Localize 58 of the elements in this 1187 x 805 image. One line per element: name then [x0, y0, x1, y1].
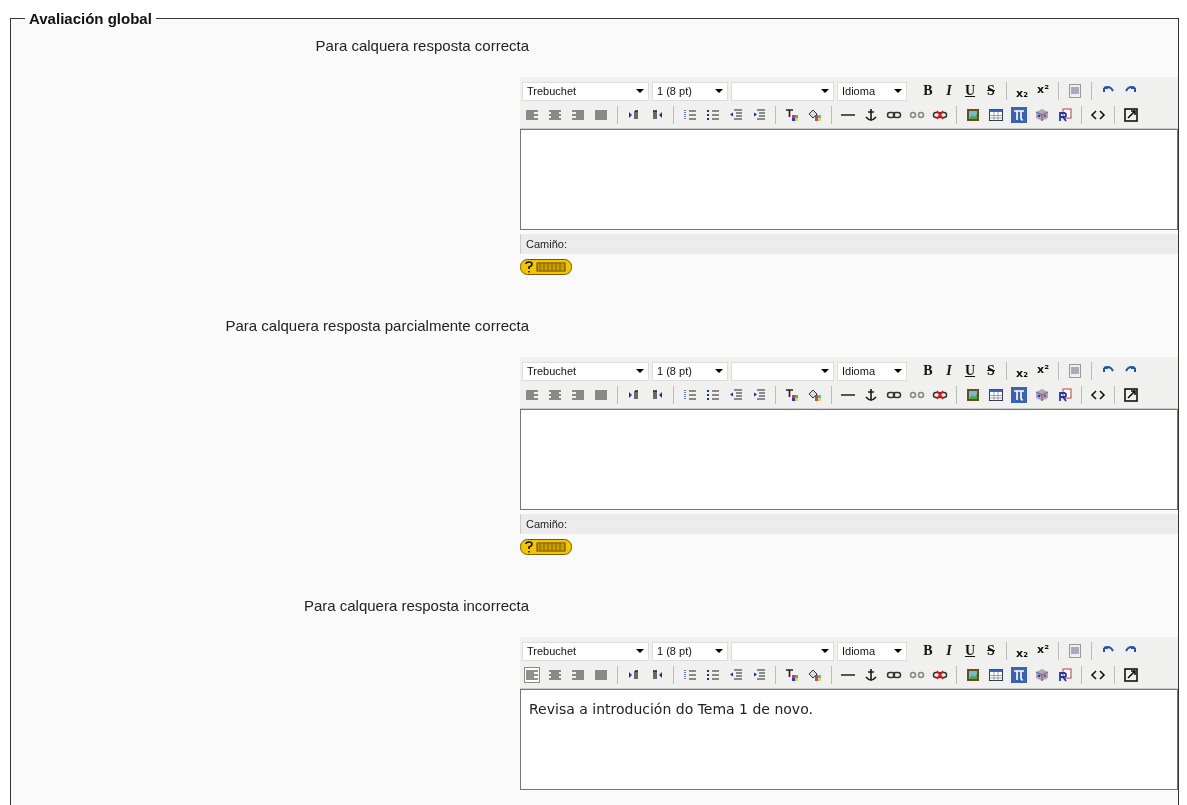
bold-button[interactable]: B [919, 83, 937, 99]
fullscreen-icon[interactable] [1121, 105, 1141, 125]
caret-icon [715, 649, 723, 653]
bold-button[interactable]: B [919, 643, 937, 659]
caret-icon [821, 89, 829, 93]
subscript-button[interactable]: x₂ [1013, 362, 1031, 380]
language-dropdown[interactable]: Idioma [837, 81, 907, 101]
font-dropdown[interactable]: Trebuchet [522, 641, 649, 661]
size-dropdown[interactable]: 1 (8 pt) [652, 361, 728, 381]
caret-icon [636, 369, 644, 373]
help-keyboard-icon[interactable] [520, 539, 572, 555]
caret-icon [821, 649, 829, 653]
superscript-button[interactable]: x² [1034, 642, 1052, 660]
italic-button[interactable]: I [940, 643, 958, 659]
editor-text: Revisa a introdución do Tema 1 de novo. [529, 701, 813, 717]
field-label: Para calquera resposta incorrecta [303, 597, 529, 616]
bold-button[interactable]: B [919, 363, 937, 379]
editor-text-area[interactable]: Revisa a introdución do Tema 1 de novo. [520, 689, 1178, 790]
size-dropdown[interactable]: 1 (8 pt) [652, 81, 728, 101]
font-dropdown[interactable]: Trebuchet [522, 361, 649, 381]
superscript-button[interactable]: x² [1034, 82, 1052, 100]
pi-icon[interactable] [1009, 105, 1029, 125]
field-label: Para calquera resposta correcta [315, 37, 529, 56]
editor-text-area[interactable] [520, 409, 1178, 510]
caret-icon [636, 89, 644, 93]
caret-icon [821, 369, 829, 373]
caret-icon [715, 89, 723, 93]
pi-icon[interactable] [1009, 665, 1029, 685]
underline-button[interactable]: U [961, 83, 979, 99]
editor-text-area[interactable] [520, 129, 1178, 230]
caret-icon [894, 89, 902, 93]
help-keyboard-icon[interactable] [520, 259, 572, 275]
caret-icon [715, 369, 723, 373]
fullscreen-icon[interactable] [1121, 665, 1141, 685]
fullscreen-icon[interactable] [1121, 385, 1141, 405]
field-label: Para calquera resposta parcialmente correcta [225, 317, 529, 336]
align-left-icon[interactable] [522, 665, 542, 685]
path-label: Camiño: [526, 238, 567, 250]
underline-button[interactable]: U [961, 643, 979, 659]
italic-button[interactable]: I [940, 363, 958, 379]
superscript-button[interactable]: x² [1034, 362, 1052, 380]
strike-button[interactable]: S [982, 363, 1000, 379]
subscript-button[interactable]: x₂ [1013, 642, 1031, 660]
italic-button[interactable]: I [940, 83, 958, 99]
underline-button[interactable]: U [961, 363, 979, 379]
caret-icon [636, 649, 644, 653]
size-dropdown[interactable]: 1 (8 pt) [652, 641, 728, 661]
pi-icon[interactable] [1009, 385, 1029, 405]
strike-button[interactable]: S [982, 643, 1000, 659]
language-dropdown[interactable]: Idioma [837, 641, 907, 661]
caret-icon [894, 369, 902, 373]
subscript-button[interactable]: x₂ [1013, 82, 1031, 100]
strike-button[interactable]: S [982, 83, 1000, 99]
language-dropdown[interactable]: Idioma [837, 361, 907, 381]
caret-icon [894, 649, 902, 653]
section-title: Avaliación global [28, 10, 153, 27]
path-label: Camiño: [526, 518, 567, 530]
font-dropdown[interactable]: Trebuchet [522, 81, 649, 101]
